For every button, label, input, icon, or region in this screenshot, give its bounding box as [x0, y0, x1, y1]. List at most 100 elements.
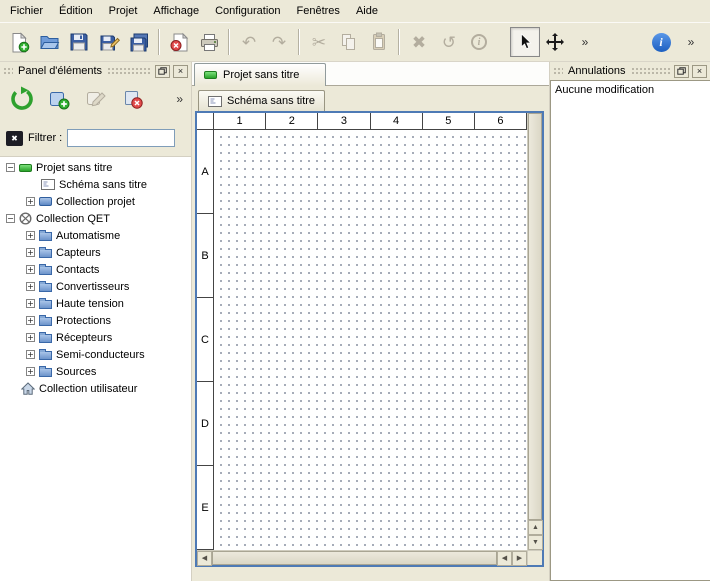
- open-project-button[interactable]: [34, 27, 64, 57]
- dock-grip[interactable]: [553, 67, 563, 75]
- expand-icon[interactable]: +: [26, 265, 35, 274]
- save-as-button[interactable]: [94, 27, 124, 57]
- expand-icon[interactable]: +: [26, 197, 35, 206]
- dock-grip[interactable]: [631, 67, 672, 75]
- tree-item-protections[interactable]: + Protections: [0, 312, 191, 329]
- copy-button[interactable]: [334, 27, 364, 57]
- dock-grip[interactable]: [3, 67, 13, 75]
- main-toolbar: ↶ ↷ ✂ ✖ ↺ i: [0, 22, 710, 62]
- expand-icon[interactable]: +: [26, 333, 35, 342]
- vertical-scrollbar[interactable]: ▲ ▼: [527, 113, 542, 550]
- close-file-button[interactable]: [164, 27, 194, 57]
- redo-button[interactable]: ↷: [264, 27, 294, 57]
- float-panel-button[interactable]: [155, 65, 170, 78]
- move-tool-button[interactable]: [540, 27, 570, 57]
- tree-item-haute-tension[interactable]: + Haute tension: [0, 295, 191, 312]
- project-tab-label: Projet sans titre: [223, 69, 299, 81]
- undo-panel-titlebar[interactable]: Annulations ×: [550, 62, 710, 80]
- filter-input[interactable]: [67, 129, 175, 147]
- tree-item-collection-utilisateur[interactable]: Collection utilisateur: [0, 380, 191, 397]
- delete-element-button[interactable]: [119, 85, 147, 113]
- toolbar-extension-button[interactable]: »: [676, 27, 706, 57]
- save-all-button[interactable]: [124, 27, 154, 57]
- reload-collections-button[interactable]: [8, 85, 36, 113]
- scroll-right-button[interactable]: ▶: [512, 551, 527, 566]
- save-all-icon: [129, 32, 150, 53]
- chevron-right-icon: »: [176, 93, 183, 105]
- expand-icon[interactable]: +: [26, 299, 35, 308]
- tree-item-label: Projet sans titre: [36, 162, 112, 174]
- menu-projet[interactable]: Projet: [101, 0, 146, 22]
- scroll-left-button[interactable]: ◀: [197, 551, 212, 566]
- element-info-button[interactable]: i: [464, 27, 494, 57]
- edit-element-button[interactable]: [82, 85, 110, 113]
- schema-body: A B C D E: [197, 130, 527, 550]
- collapse-icon[interactable]: −: [6, 163, 15, 172]
- expand-icon[interactable]: +: [26, 282, 35, 291]
- chevron-right-icon: »: [582, 36, 589, 48]
- undo-panel-title: Annulations: [566, 65, 628, 77]
- about-info-button[interactable]: i: [646, 27, 676, 57]
- select-pointer-button[interactable]: [510, 27, 540, 57]
- expand-icon[interactable]: +: [26, 248, 35, 257]
- expand-icon[interactable]: +: [26, 316, 35, 325]
- horizontal-scroll-thumb[interactable]: [212, 551, 497, 565]
- undo-history-list[interactable]: Aucune modification: [550, 80, 710, 581]
- expand-icon[interactable]: +: [26, 350, 35, 359]
- tree-item-convertisseurs[interactable]: + Convertisseurs: [0, 278, 191, 295]
- menu-edition[interactable]: Édition: [51, 0, 101, 22]
- paste-button[interactable]: [364, 27, 394, 57]
- tree-item-schema[interactable]: Schéma sans titre: [0, 176, 191, 193]
- tree-item-contacts[interactable]: + Contacts: [0, 261, 191, 278]
- toolbar-overflow-button[interactable]: »: [570, 27, 600, 57]
- menu-configuration[interactable]: Configuration: [207, 0, 288, 22]
- print-icon: [199, 32, 220, 53]
- horizontal-scrollbar[interactable]: ◀ ◀ ▶: [197, 550, 527, 565]
- expand-icon[interactable]: +: [26, 231, 35, 240]
- tree-item-label: Automatisme: [56, 230, 120, 242]
- tree-item-collection-projet[interactable]: + Collection projet: [0, 193, 191, 210]
- elements-panel-title: Panel d'éléments: [16, 65, 104, 77]
- scroll-down-button[interactable]: ▼: [528, 535, 543, 550]
- menu-affichage[interactable]: Affichage: [145, 0, 207, 22]
- new-element-button[interactable]: [45, 85, 73, 113]
- folder-icon: [39, 317, 52, 326]
- tree-item-semi-conducteurs[interactable]: + Semi-conducteurs: [0, 346, 191, 363]
- rotate-button[interactable]: ↺: [434, 27, 464, 57]
- tree-item-recepteurs[interactable]: + Récepteurs: [0, 329, 191, 346]
- tab-projet-sans-titre[interactable]: Projet sans titre: [194, 63, 326, 86]
- tree-item-collection-qet[interactable]: − Collection QET: [0, 210, 191, 227]
- tree-item-automatisme[interactable]: + Automatisme: [0, 227, 191, 244]
- new-project-button[interactable]: [4, 27, 34, 57]
- menu-fenetres[interactable]: Fenêtres: [289, 0, 348, 22]
- scroll-up-button[interactable]: ▲: [528, 520, 543, 535]
- expand-icon[interactable]: +: [26, 367, 35, 376]
- close-panel-button[interactable]: ×: [173, 65, 188, 78]
- toolbar-separator: [398, 29, 400, 55]
- drawing-canvas[interactable]: [214, 130, 527, 550]
- tree-item-project[interactable]: − Projet sans titre: [0, 159, 191, 176]
- tree-item-capteurs[interactable]: + Capteurs: [0, 244, 191, 261]
- tree-item-label: Haute tension: [56, 298, 124, 310]
- info-disabled-icon: i: [471, 34, 487, 50]
- cut-button[interactable]: ✂: [304, 27, 334, 57]
- save-button[interactable]: [64, 27, 94, 57]
- print-button[interactable]: [194, 27, 224, 57]
- close-panel-button[interactable]: ×: [692, 65, 707, 78]
- elements-panel-titlebar[interactable]: Panel d'éléments ×: [0, 62, 191, 80]
- float-panel-button[interactable]: [674, 65, 689, 78]
- menu-fichier[interactable]: Fichier: [2, 0, 51, 22]
- panel-toolbar-overflow-button[interactable]: »: [156, 85, 184, 113]
- undo-button[interactable]: ↶: [234, 27, 264, 57]
- delete-button[interactable]: ✖: [404, 27, 434, 57]
- tree-item-sources[interactable]: + Sources: [0, 363, 191, 380]
- menu-aide[interactable]: Aide: [348, 0, 386, 22]
- dock-grip[interactable]: [107, 67, 152, 75]
- scroll-left-button[interactable]: ◀: [497, 551, 512, 566]
- folder-icon: [39, 351, 52, 360]
- tab-schema-sans-titre[interactable]: Schéma sans titre: [198, 90, 325, 111]
- clear-filter-button[interactable]: ✖: [6, 131, 23, 146]
- vertical-scroll-thumb[interactable]: [528, 113, 542, 520]
- collapse-icon[interactable]: −: [6, 214, 15, 223]
- arrow-left-icon: ◀: [502, 555, 507, 562]
